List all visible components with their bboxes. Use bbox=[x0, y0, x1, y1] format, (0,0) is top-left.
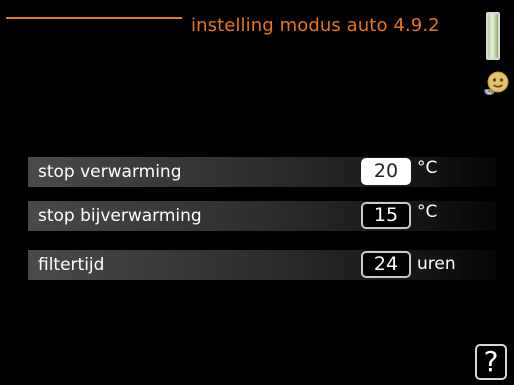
display-screen: instelling modus auto 4.9.2 stop verwarm… bbox=[0, 0, 514, 385]
unit-label: °C bbox=[417, 202, 438, 222]
value-field-stop-verwarming[interactable]: 20 bbox=[361, 158, 411, 185]
setting-row-filtertijd[interactable]: filtertijd 24 uren bbox=[28, 250, 496, 280]
title-underline bbox=[6, 17, 182, 19]
unit-label: °C bbox=[417, 158, 438, 178]
page-title: instelling modus auto 4.9.2 bbox=[191, 15, 440, 36]
help-button[interactable]: ? bbox=[475, 344, 507, 380]
setting-label: stop verwarming bbox=[38, 162, 182, 182]
scrollbar[interactable] bbox=[486, 12, 500, 60]
setting-label: stop bijverwarming bbox=[38, 206, 202, 226]
value-field-filtertijd[interactable]: 24 bbox=[361, 251, 411, 278]
value-field-stop-bijverwarming[interactable]: 15 bbox=[361, 202, 411, 229]
setting-row-stop-bijverwarming[interactable]: stop bijverwarming 15 °C bbox=[28, 201, 496, 231]
unit-label: uren bbox=[417, 254, 456, 274]
setting-label: filtertijd bbox=[38, 255, 105, 275]
thermometer-face-icon bbox=[481, 71, 511, 97]
setting-row-stop-verwarming[interactable]: stop verwarming 20 °C bbox=[28, 157, 496, 187]
